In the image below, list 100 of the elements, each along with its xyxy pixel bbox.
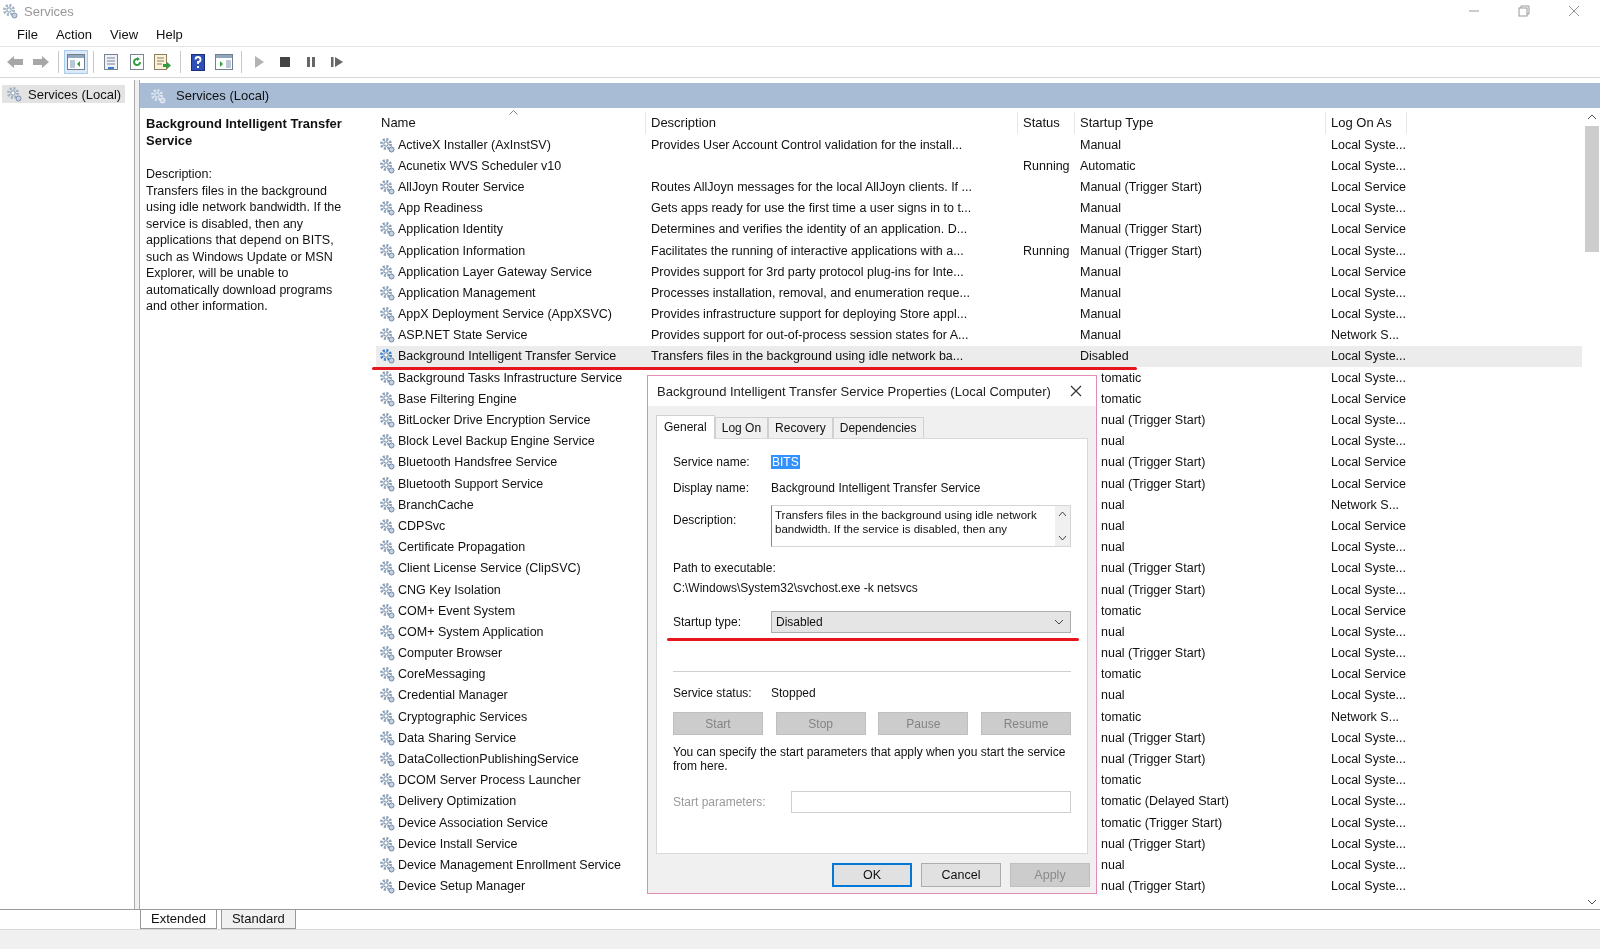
view-tab[interactable]: Extended	[140, 910, 217, 929]
service-name[interactable]: AllJoyn Router Service	[398, 179, 525, 194]
gear-icon	[379, 178, 395, 195]
service-name[interactable]: Client License Service (ClipSVC)	[398, 561, 581, 576]
service-name[interactable]: DCOM Server Process Launcher	[398, 773, 581, 788]
service-name[interactable]: CoreMessaging	[398, 667, 486, 682]
service-name[interactable]: BranchCache	[398, 497, 474, 512]
tree-item[interactable]: Services (Local)	[2, 85, 126, 103]
service-name[interactable]: Background Tasks Infrastructure Service	[398, 370, 623, 385]
table-cell: Provides support for out-of-process session states for A...	[651, 328, 969, 343]
scroll-thumb[interactable]	[1585, 126, 1599, 252]
startup-type-dropdown[interactable]: Disabled	[771, 611, 1071, 633]
scroll-up-icon[interactable]	[1058, 511, 1067, 517]
service-name[interactable]: Device Install Service	[398, 836, 518, 851]
table-cell: Facilitates the running of interactive applications with a...	[651, 243, 964, 258]
table-cell: Local Syste...	[1331, 730, 1407, 745]
service-name[interactable]: Application Management	[398, 285, 536, 300]
dialog-tab[interactable]: Dependencies	[832, 417, 924, 438]
table-cell: Manual	[1080, 307, 1121, 322]
table-cell: nual (Trigger Start)	[1101, 730, 1206, 745]
gear-icon	[379, 242, 395, 259]
table-cell: Local Service	[1331, 179, 1407, 194]
dialog-button[interactable]: OK	[832, 863, 912, 887]
gear-icon	[379, 623, 395, 640]
service-name[interactable]: ActiveX Installer (AxInstSV)	[398, 137, 551, 152]
service-name[interactable]: CNG Key Isolation	[398, 582, 501, 597]
dialog-tab[interactable]: Recovery	[768, 417, 833, 438]
service-name[interactable]: Base Filtering Engine	[398, 391, 517, 406]
service-name[interactable]: Application Identity	[398, 222, 503, 237]
service-name[interactable]: Background Intelligent Transfer Service	[398, 349, 617, 364]
dialog-title: Background Intelligent Transfer Service Properties (Local Computer)	[657, 383, 1052, 399]
table-cell: Provides support for 3rd party protocol plug-ins for Inte...	[651, 264, 964, 279]
service-name[interactable]: App Readiness	[398, 201, 483, 216]
dialog-button[interactable]: Cancel	[921, 863, 1001, 887]
service-name[interactable]: Computer Browser	[398, 646, 503, 661]
service-name[interactable]: Data Sharing Service	[398, 730, 517, 745]
table-cell: Local Service	[1331, 518, 1407, 533]
table-cell: Local Syste...	[1331, 243, 1407, 258]
description-field[interactable]: Transfers files in the background using idle network bandwidth. If the service is disabled, then any	[771, 505, 1071, 547]
service-name[interactable]: Cryptographic Services	[398, 709, 528, 724]
dialog-tab[interactable]: General	[656, 415, 715, 439]
table-cell: tomatic	[1101, 667, 1142, 682]
close-icon[interactable]	[1070, 385, 1082, 397]
column-header[interactable]: Name	[376, 112, 646, 134]
menu-item[interactable]: Help	[147, 24, 192, 44]
column-header[interactable]: Log On As	[1326, 112, 1407, 134]
column-header[interactable]: Startup Type	[1075, 112, 1326, 134]
dialog-tab[interactable]: Log On	[714, 417, 769, 438]
service-name[interactable]: COM+ System Application	[398, 624, 544, 639]
export-icon	[154, 54, 172, 70]
service-name[interactable]: Device Setup Manager	[398, 879, 526, 894]
service-name[interactable]: Credential Manager	[398, 688, 508, 703]
scroll-down-icon[interactable]	[1587, 899, 1597, 905]
service-name[interactable]: Application Information	[398, 243, 526, 258]
table-cell: Local Syste...	[1331, 137, 1407, 152]
column-header[interactable]: Status	[1018, 112, 1075, 134]
scroll-up-icon[interactable]	[1587, 114, 1597, 120]
service-name[interactable]: Device Management Enrollment Service	[398, 857, 622, 872]
table-cell: Gets apps ready for use the first time a user signs in to t...	[651, 201, 972, 216]
table-cell: Local Syste...	[1331, 879, 1407, 894]
service-name[interactable]: Acunetix WVS Scheduler v10	[398, 158, 562, 173]
gear-icon	[379, 708, 395, 725]
table-cell: Local Syste...	[1331, 370, 1407, 385]
service-name[interactable]: Delivery Optimization	[398, 794, 517, 809]
table-cell: Local Syste...	[1331, 540, 1407, 555]
service-name[interactable]: COM+ Event System	[398, 603, 516, 618]
gear-icon	[379, 306, 395, 323]
service-name[interactable]: Block Level Backup Engine Service	[398, 434, 595, 449]
scroll-down-icon[interactable]	[1058, 535, 1067, 541]
table-cell: Local Syste...	[1331, 158, 1407, 173]
table-cell: Local Syste...	[1331, 201, 1407, 216]
table-cell: Local Syste...	[1331, 752, 1407, 767]
table-cell: Local Syste...	[1331, 307, 1407, 322]
table-cell: Manual (Trigger Start)	[1080, 179, 1202, 194]
gear-icon	[379, 729, 395, 746]
service-name[interactable]: AppX Deployment Service (AppXSVC)	[398, 307, 612, 322]
service-name[interactable]: Certificate Propagation	[398, 540, 526, 555]
gear-icon	[379, 666, 395, 683]
table-cell: Local Syste...	[1331, 646, 1407, 661]
table-cell: Local Syste...	[1331, 815, 1407, 830]
service-name[interactable]: Device Association Service	[398, 815, 549, 830]
restore-icon[interactable]	[1518, 5, 1530, 17]
service-name[interactable]: Bluetooth Support Service	[398, 476, 544, 491]
menu-item[interactable]: Action	[46, 24, 102, 44]
column-header[interactable]: Description	[646, 112, 1018, 134]
service-name[interactable]: ASP.NET State Service	[398, 328, 528, 343]
service-name[interactable]: BitLocker Drive Encryption Service	[398, 413, 591, 428]
service-name[interactable]: Bluetooth Handsfree Service	[398, 455, 558, 470]
service-name[interactable]: DataCollectionPublishingService	[398, 752, 579, 767]
path-value: C:\Windows\System32\svchost.exe -k netsvcs	[673, 581, 919, 595]
table-cell: nual	[1101, 857, 1125, 872]
table-cell: Transfers files in the background using idle network ba...	[651, 349, 964, 364]
menu-item[interactable]: File	[8, 24, 47, 44]
service-name[interactable]: Application Layer Gateway Service	[398, 264, 592, 279]
view-tab[interactable]: Standard	[220, 910, 296, 929]
back-arrow-icon	[6, 55, 24, 69]
table-cell: nual (Trigger Start)	[1101, 455, 1206, 470]
service-name[interactable]: CDPSvc	[398, 518, 446, 533]
display-name-value: Background Intelligent Transfer Service	[771, 481, 981, 495]
menu-item[interactable]: View	[101, 24, 148, 44]
